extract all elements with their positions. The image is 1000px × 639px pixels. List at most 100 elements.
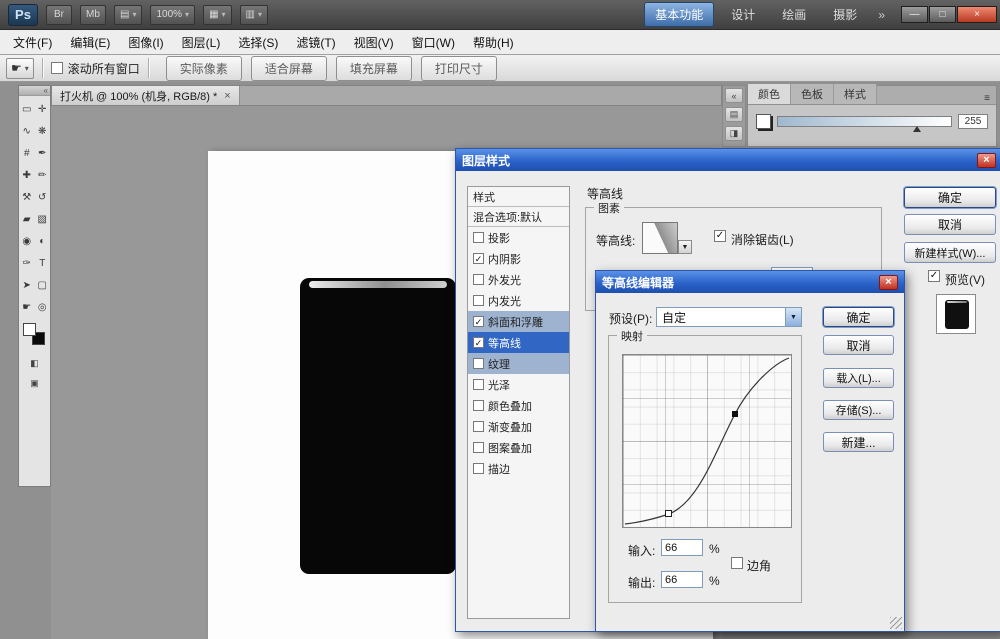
menu-item-5[interactable]: 选择(S) [229, 30, 287, 55]
path-selection-tool[interactable]: ➤ [19, 274, 34, 296]
screen-mode-icon[interactable]: ▥▾ [240, 5, 268, 25]
menu-item-9[interactable]: 帮助(H) [464, 30, 523, 55]
healing-brush-tool[interactable]: ✚ [19, 164, 34, 186]
contour-editor-close-button[interactable]: × [879, 275, 898, 290]
print-size-button[interactable]: 打印尺寸 [421, 56, 497, 81]
quick-mask-icon[interactable]: ◧ [27, 356, 43, 370]
contour-cancel-button[interactable]: 取消 [823, 335, 894, 355]
foreground-color-swatch[interactable] [23, 323, 36, 336]
layer-style-item-12[interactable]: 描边 [468, 458, 569, 479]
menu-item-2[interactable]: 编辑(E) [61, 30, 119, 55]
dodge-tool[interactable]: ◐ [35, 230, 50, 252]
workspace-button-3[interactable]: 绘画 [772, 3, 816, 26]
layer-style-item-checkbox[interactable]: ✓ [473, 337, 484, 348]
color-swatch[interactable] [756, 114, 771, 129]
arrange-documents-icon[interactable]: ▦▾ [203, 5, 231, 25]
brush-tool[interactable]: ✏ [35, 164, 50, 186]
menu-item-6[interactable]: 滤镜(T) [287, 30, 344, 55]
layer-style-item-checkbox[interactable] [473, 421, 484, 432]
quick-selection-tool[interactable]: ❋ [35, 120, 50, 142]
clone-stamp-tool[interactable]: ⚒ [19, 186, 34, 208]
fit-screen-button[interactable]: 适合屏幕 [251, 56, 327, 81]
document-tab[interactable]: 打火机 @ 100% (机身, RGB/8) * × [52, 86, 240, 105]
anti-alias-checkbox[interactable]: ✓ [714, 230, 726, 242]
menu-item-3[interactable]: 图像(I) [119, 30, 172, 55]
layer-style-item-9[interactable]: 颜色叠加 [468, 395, 569, 416]
rectangular-marquee-tool[interactable]: ▭ [19, 98, 34, 120]
layer-style-item-11[interactable]: 图案叠加 [468, 437, 569, 458]
mini-bridge-icon[interactable]: Mb [80, 5, 106, 25]
shape-tool[interactable]: ▢ [35, 274, 50, 296]
actual-pixels-button[interactable]: 实际像素 [166, 56, 242, 81]
layer-style-item-checkbox[interactable] [473, 232, 484, 243]
fill-screen-button[interactable]: 填充屏幕 [336, 56, 412, 81]
preset-dropdown-arrow-icon[interactable]: ▼ [785, 308, 801, 326]
save-button[interactable]: 存储(S)... [823, 400, 894, 420]
contour-picker-arrow-icon[interactable]: ▼ [678, 240, 692, 254]
color-slider-handle[interactable] [913, 126, 921, 132]
close-button[interactable]: × [957, 6, 997, 23]
layer-style-ok-button[interactable]: 确定 [904, 187, 996, 208]
new-contour-button[interactable]: 新建... [823, 432, 894, 452]
panel-tab-1[interactable]: 颜色 [748, 84, 791, 104]
lasso-tool[interactable]: ∿ [19, 120, 34, 142]
blend-options-item[interactable]: 混合选项:默认 [468, 207, 569, 227]
scroll-all-windows-checkbox[interactable] [51, 62, 63, 74]
history-brush-tool[interactable]: ↺ [35, 186, 50, 208]
crop-tool[interactable]: # [19, 142, 34, 164]
pen-tool[interactable]: ✑ [19, 252, 34, 274]
layer-style-item-checkbox[interactable] [473, 274, 484, 285]
menu-item-1[interactable]: 文件(F) [4, 30, 61, 55]
layer-style-item-7[interactable]: 纹理 [468, 353, 569, 374]
eraser-tool[interactable]: ▰ [19, 208, 34, 230]
layer-style-item-8[interactable]: 光泽 [468, 374, 569, 395]
workspace-button-active[interactable]: 基本功能 [644, 2, 714, 27]
load-button[interactable]: 载入(L)... [823, 368, 894, 388]
workspace-button-4[interactable]: 摄影 [823, 3, 867, 26]
type-tool[interactable]: T [35, 252, 50, 274]
contour-curve-path[interactable] [625, 358, 789, 524]
layer-style-item-checkbox[interactable] [473, 358, 484, 369]
panel-menu-icon[interactable]: ≡ [978, 93, 996, 104]
layer-style-item-checkbox[interactable] [473, 463, 484, 474]
menu-item-7[interactable]: 视图(V) [345, 30, 403, 55]
restore-button[interactable]: □ [929, 6, 956, 23]
layer-style-cancel-button[interactable]: 取消 [904, 214, 996, 235]
eyedropper-tool[interactable]: ✒ [35, 142, 50, 164]
contour-ok-button[interactable]: 确定 [823, 307, 894, 327]
expand-panels-icon[interactable]: « [725, 88, 743, 103]
move-tool[interactable]: ✛ [35, 98, 50, 120]
zoom-level-select[interactable]: 100%▾ [150, 5, 195, 25]
color-value[interactable]: 255 [958, 114, 988, 129]
layer-style-item-6[interactable]: ✓等高线 [468, 332, 569, 353]
layer-style-item-1[interactable]: 投影 [468, 227, 569, 248]
panel-tab-3[interactable]: 样式 [834, 84, 877, 104]
contour-editor-titlebar[interactable]: 等高线编辑器 × [596, 271, 904, 293]
curve-grid[interactable] [622, 354, 792, 528]
layer-style-titlebar[interactable]: 图层样式 × [456, 149, 1000, 171]
workspace-button-2[interactable]: 设计 [721, 3, 765, 26]
workspace-overflow-button[interactable]: » [874, 8, 889, 22]
layer-style-item-checkbox[interactable] [473, 295, 484, 306]
layer-style-item-4[interactable]: 内发光 [468, 290, 569, 311]
layer-style-item-checkbox[interactable] [473, 400, 484, 411]
corner-checkbox[interactable] [731, 557, 743, 569]
layer-style-item-checkbox[interactable]: ✓ [473, 316, 484, 327]
layer-style-item-checkbox[interactable]: ✓ [473, 253, 484, 264]
minimize-button[interactable]: — [901, 6, 928, 23]
tab-close-icon[interactable]: × [224, 90, 230, 102]
preview-checkbox[interactable]: ✓ [928, 270, 940, 282]
bridge-icon[interactable]: Br [46, 5, 72, 25]
standard-screen-icon[interactable]: ▣ [27, 376, 43, 390]
resize-grip[interactable] [890, 617, 902, 629]
toolbar-collapse-icon[interactable]: « [19, 86, 50, 96]
color-slider[interactable] [777, 116, 952, 127]
blur-tool[interactable]: ◉ [19, 230, 34, 252]
new-style-button[interactable]: 新建样式(W)... [904, 242, 996, 263]
history-panel-icon[interactable]: ▤ [725, 107, 743, 122]
layer-style-item-checkbox[interactable] [473, 442, 484, 453]
layer-style-item-2[interactable]: ✓内阴影 [468, 248, 569, 269]
panel-tab-2[interactable]: 色板 [791, 84, 834, 104]
curve-anchor-point[interactable] [666, 511, 672, 517]
output-value-field[interactable] [661, 571, 703, 588]
